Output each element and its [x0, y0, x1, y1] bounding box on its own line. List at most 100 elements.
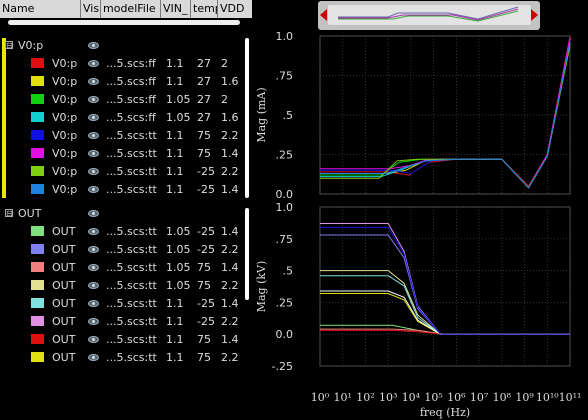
- trace-color-swatch[interactable]: [31, 244, 44, 254]
- visibility-eye-icon[interactable]: [88, 60, 99, 67]
- group-v0p[interactable]: ⊟ V0:p: [0, 37, 252, 55]
- visibility-eye-icon[interactable]: [88, 282, 99, 289]
- table-row[interactable]: OUT ...5.scs:tt 1.05 75 1.4: [0, 259, 252, 277]
- group-out[interactable]: ⊟ OUT: [0, 205, 252, 223]
- table-row[interactable]: V0:p ...5.scs:ff 1.1 27 1.6: [0, 73, 252, 91]
- visibility-eye-icon[interactable]: [88, 96, 99, 103]
- model-file: ...5.scs:ff: [106, 75, 156, 88]
- trace-color-swatch[interactable]: [31, 298, 44, 308]
- temp-value: 27: [197, 75, 211, 88]
- trace-color-swatch[interactable]: [31, 166, 44, 176]
- temp-value: 75: [197, 351, 211, 364]
- collapse-toggle-icon[interactable]: ⊟: [5, 209, 13, 218]
- table-row[interactable]: OUT ...5.scs:tt 1.05 -25 2.2: [0, 241, 252, 259]
- column-vis[interactable]: Vis: [81, 0, 101, 18]
- table-row[interactable]: OUT ...5.scs:tt 1.1 -25 1.4: [0, 295, 252, 313]
- visibility-eye-icon[interactable]: [88, 78, 99, 85]
- trace-color-swatch[interactable]: [31, 280, 44, 290]
- table-row[interactable]: OUT ...5.scs:tt 1.1 75 2.2: [0, 349, 252, 367]
- column-modelfile[interactable]: modelFile: [101, 0, 161, 18]
- results-browser-panel: Name Vis modelFile VIN_ temp VDD ⊟ V0:p …: [0, 0, 252, 420]
- trace-color-swatch[interactable]: [31, 262, 44, 272]
- vdd-value: 1.4: [221, 261, 239, 274]
- trace-color-swatch[interactable]: [31, 94, 44, 104]
- trace-color-swatch[interactable]: [31, 184, 44, 194]
- model-file: ...5.scs:tt: [106, 261, 157, 274]
- table-row[interactable]: V0:p ...5.scs:tt 1.1 75 1.4: [0, 145, 252, 163]
- trace-color-swatch[interactable]: [31, 112, 44, 122]
- trace-color-swatch[interactable]: [31, 334, 44, 344]
- trace-color-swatch[interactable]: [31, 148, 44, 158]
- temp-value: 75: [197, 129, 211, 142]
- table-row[interactable]: V0:p ...5.scs:tt 1.1 75 2.2: [0, 127, 252, 145]
- vin-value: 1.1: [166, 297, 184, 310]
- visibility-eye-icon[interactable]: [88, 246, 99, 253]
- vin-value: 1.1: [166, 333, 184, 346]
- table-row[interactable]: OUT ...5.scs:tt 1.05 75 2.2: [0, 277, 252, 295]
- visibility-eye-icon[interactable]: [88, 318, 99, 325]
- horizontal-scrollbar[interactable]: [8, 20, 240, 25]
- column-vin[interactable]: VIN_: [161, 0, 191, 18]
- table-row[interactable]: V0:p ...5.scs:tt 1.1 -25 1.4: [0, 181, 252, 199]
- temp-value: -25: [197, 315, 215, 328]
- y-axis-label: Mag (mA): [255, 87, 268, 142]
- vdd-value: 1.6: [221, 75, 239, 88]
- visibility-eye-icon[interactable]: [88, 114, 99, 121]
- visibility-eye-icon[interactable]: [88, 132, 99, 139]
- model-file: ...5.scs:ff: [106, 93, 156, 106]
- visibility-eye-icon[interactable]: [88, 168, 99, 175]
- vdd-value: 2.2: [221, 243, 239, 256]
- visibility-eye-icon[interactable]: [88, 264, 99, 271]
- visibility-eye-icon[interactable]: [88, 300, 99, 307]
- plot-frame: [319, 206, 571, 367]
- collapse-toggle-icon[interactable]: ⊟: [5, 41, 13, 50]
- trace-color-swatch[interactable]: [31, 316, 44, 326]
- trace-color-swatch[interactable]: [31, 130, 44, 140]
- trace-name: OUT: [52, 333, 76, 346]
- trace-color-swatch[interactable]: [31, 58, 44, 68]
- x-tick-label: 10⁷: [470, 391, 489, 404]
- vin-value: 1.1: [166, 165, 184, 178]
- visibility-eye-icon[interactable]: [88, 228, 99, 235]
- trace-name: V0:p: [52, 183, 78, 196]
- table-row[interactable]: V0:p ...5.scs:ff 1.05 27 1.6: [0, 109, 252, 127]
- vdd-value: 1.4: [221, 225, 239, 238]
- model-file: ...5.scs:tt: [106, 279, 157, 292]
- table-row[interactable]: OUT ...5.scs:tt 1.1 75 1.4: [0, 331, 252, 349]
- model-file: ...5.scs:tt: [106, 147, 157, 160]
- x-tick-label: 10⁴: [402, 391, 421, 404]
- temp-value: 75: [197, 261, 211, 274]
- table-row[interactable]: OUT ...5.scs:tt 1.1 -25 2.2: [0, 313, 252, 331]
- column-temp[interactable]: temp: [191, 0, 218, 18]
- model-file: ...5.scs:ff: [106, 57, 156, 70]
- model-file: ...5.scs:tt: [106, 225, 157, 238]
- trace-color-swatch[interactable]: [31, 226, 44, 236]
- visibility-eye-icon[interactable]: [88, 42, 99, 49]
- vin-value: 1.05: [166, 243, 191, 256]
- trace-color-swatch[interactable]: [31, 76, 44, 86]
- table-row[interactable]: OUT ...5.scs:tt 1.05 -25 1.4: [0, 223, 252, 241]
- visibility-eye-icon[interactable]: [88, 186, 99, 193]
- trace-color-swatch[interactable]: [31, 352, 44, 362]
- table-row[interactable]: V0:p ...5.scs:ff 1.05 27 2: [0, 91, 252, 109]
- temp-value: -25: [197, 165, 215, 178]
- trace-name: V0:p: [52, 93, 78, 106]
- vdd-value: 1.4: [221, 297, 239, 310]
- x-tick-label: 10⁵: [424, 391, 442, 404]
- y-tick-label: .5: [283, 265, 294, 278]
- x-tick-label: 10¹⁰: [536, 391, 559, 404]
- column-vdd[interactable]: VDD: [218, 0, 252, 18]
- model-file: ...5.scs:tt: [106, 351, 157, 364]
- visibility-eye-icon[interactable]: [88, 210, 99, 217]
- visibility-eye-icon[interactable]: [88, 150, 99, 157]
- waveform-plots[interactable]: 0.0 .25 .5 .75 1.0 Mag (mA) -.25 0.0 .25 .5 .75 1.0…: [252, 0, 588, 420]
- table-row[interactable]: V0:p ...5.scs:ff 1.1 27 2: [0, 55, 252, 73]
- table-row[interactable]: V0:p ...5.scs:tt 1.1 -25 2.2: [0, 163, 252, 181]
- column-name[interactable]: Name: [0, 0, 81, 18]
- y-tick-label: 1.0: [276, 201, 294, 214]
- visibility-eye-icon[interactable]: [88, 354, 99, 361]
- group-name: V0:p: [18, 39, 44, 52]
- x-tick-label: 10³: [379, 391, 397, 404]
- vdd-value: 2.2: [221, 129, 239, 142]
- visibility-eye-icon[interactable]: [88, 336, 99, 343]
